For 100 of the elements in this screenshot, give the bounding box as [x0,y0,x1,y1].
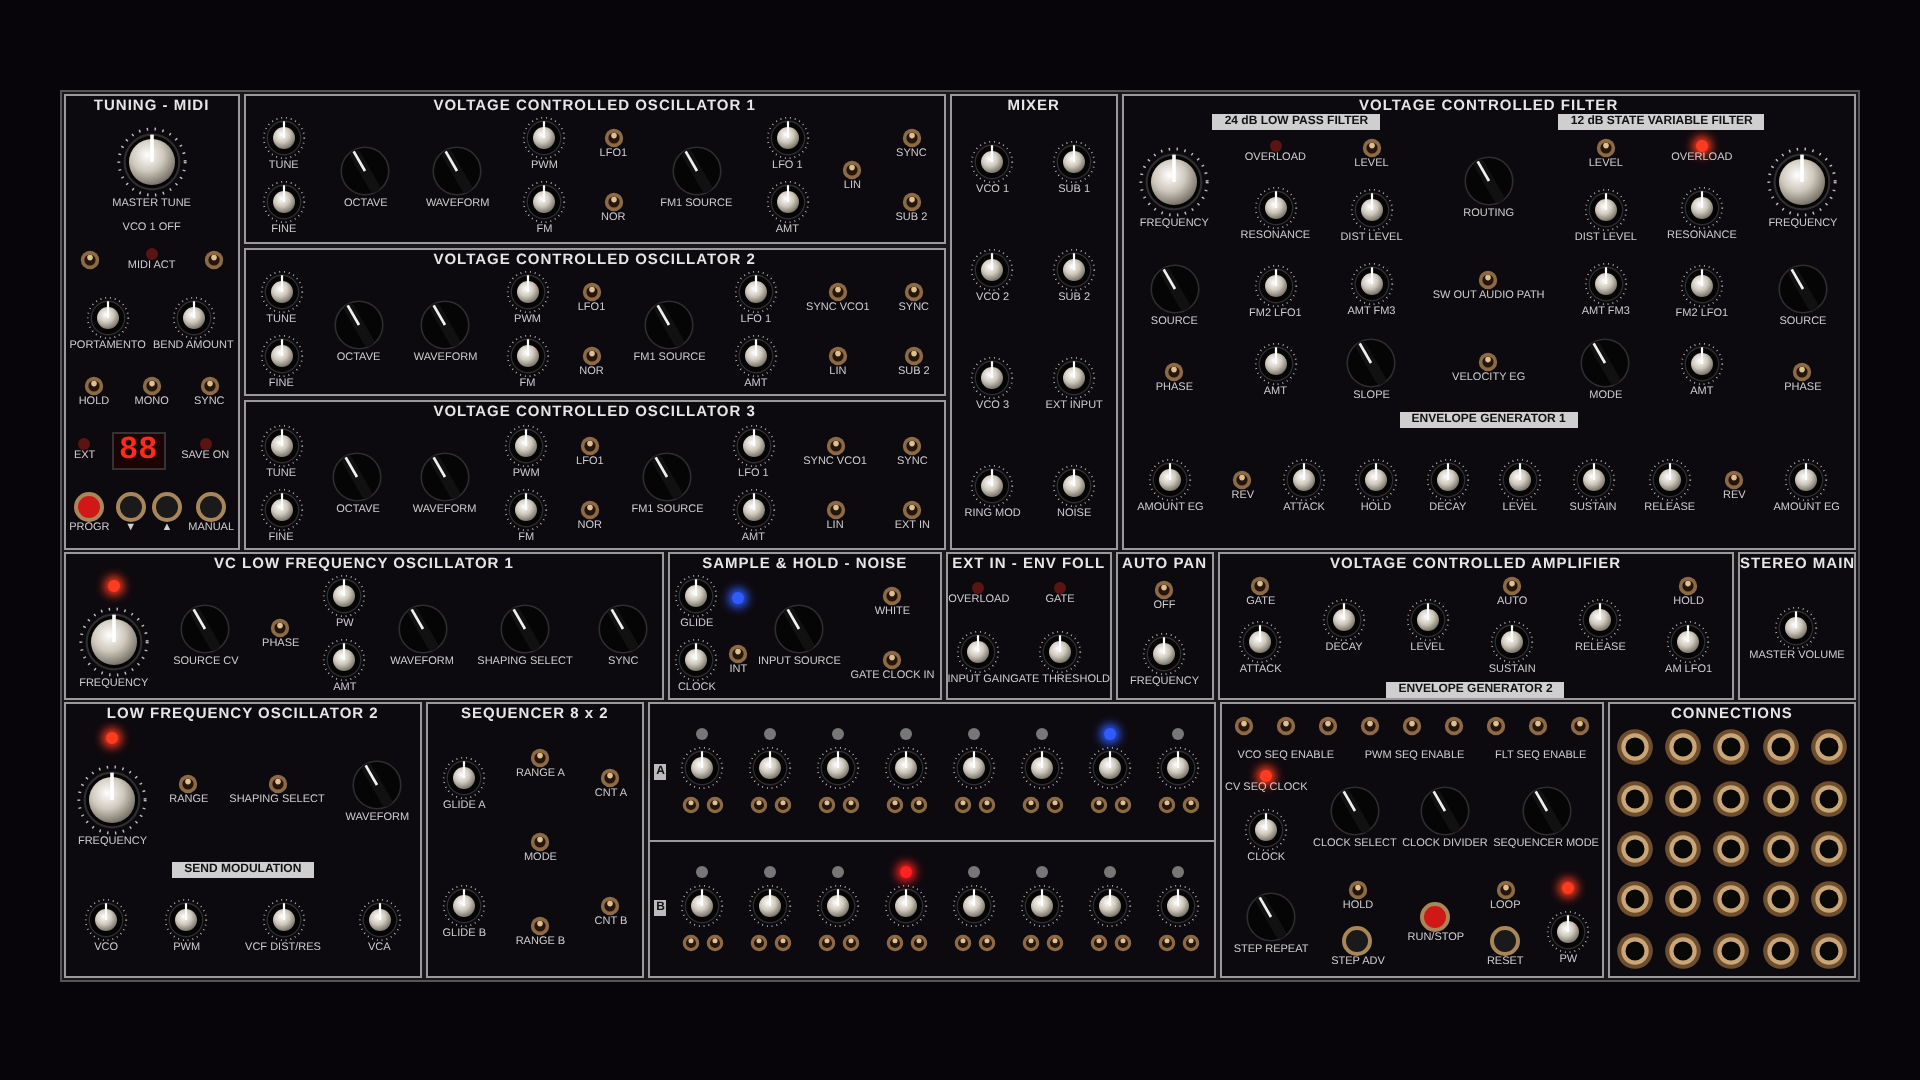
rotary-knob[interactable] [884,746,929,791]
selector-knob[interactable] [338,143,393,198]
toggle-switch[interactable] [199,376,220,397]
toggle-switch[interactable] [141,376,162,397]
toggle-switch[interactable] [1021,933,1040,952]
toggle-switch[interactable] [1164,361,1185,382]
toggle-switch[interactable] [1444,716,1465,737]
push-button[interactable] [115,492,146,523]
toggle-switch[interactable] [530,831,551,852]
rotary-knob[interactable] [884,883,929,928]
rotary-knob[interactable] [680,883,725,928]
toggle-switch[interactable] [749,933,768,952]
toggle-switch[interactable] [728,644,749,664]
rotary-knob[interactable] [1679,264,1724,309]
rotary-knob[interactable] [674,637,719,682]
rotary-knob[interactable] [164,897,209,942]
rotary-knob[interactable] [1679,186,1724,231]
toggle-switch[interactable] [1317,716,1338,737]
toggle-switch[interactable] [953,933,972,952]
rotary-knob[interactable] [1425,458,1470,503]
rotary-knob[interactable] [952,746,997,791]
rotary-knob[interactable] [442,883,487,928]
toggle-switch[interactable] [827,345,848,366]
rotary-knob[interactable] [970,247,1015,292]
rotary-knob[interactable] [1666,619,1711,664]
toggle-switch[interactable] [267,774,287,795]
rotary-knob[interactable] [322,574,367,619]
rotary-knob[interactable] [1020,746,1065,791]
rotary-knob[interactable] [1038,629,1083,674]
selector-knob[interactable] [1344,335,1399,390]
rotary-knob[interactable] [259,333,304,378]
rotary-knob[interactable] [1088,883,1133,928]
toggle-switch[interactable] [1045,796,1064,815]
toggle-switch[interactable] [773,933,792,952]
push-button[interactable] [151,492,182,523]
jack-socket[interactable] [1663,829,1702,868]
rotary-knob[interactable] [77,605,150,677]
rotary-knob[interactable] [259,423,304,468]
toggle-switch[interactable] [1401,716,1422,737]
rotary-knob[interactable] [765,116,810,161]
push-button[interactable] [196,492,227,523]
toggle-switch[interactable] [1486,716,1507,737]
jack-socket[interactable] [1712,829,1751,868]
selector-knob[interactable] [178,601,233,655]
jack-socket[interactable] [1761,779,1800,818]
rotary-knob[interactable] [442,756,487,801]
selector-knob[interactable] [1244,890,1299,945]
rotary-knob[interactable] [1774,606,1819,650]
toggle-switch[interactable] [178,774,199,795]
rotary-knob[interactable] [1282,458,1327,503]
selector-knob[interactable] [330,450,385,505]
toggle-switch[interactable] [603,128,624,149]
jack-socket[interactable] [1810,931,1849,970]
toggle-switch[interactable] [1157,933,1176,952]
selector-knob[interactable] [395,601,450,655]
toggle-switch[interactable] [1275,716,1296,737]
rotary-knob[interactable] [1546,909,1591,954]
rotary-knob[interactable] [1138,145,1211,218]
selector-knob[interactable] [1775,262,1830,317]
rotary-knob[interactable] [970,139,1015,184]
toggle-switch[interactable] [1595,137,1616,158]
toggle-switch[interactable] [1724,470,1745,491]
jack-socket[interactable] [1663,931,1702,970]
toggle-switch[interactable] [1021,796,1040,815]
jack-socket[interactable] [1663,880,1702,919]
rotary-knob[interactable] [1490,619,1535,664]
toggle-switch[interactable] [83,376,104,397]
rotary-knob[interactable] [1052,139,1097,184]
rotary-knob[interactable] [505,270,550,315]
rotary-knob[interactable] [357,897,402,942]
rotary-knob[interactable] [816,883,861,928]
rotary-knob[interactable] [85,295,130,340]
toggle-switch[interactable] [841,933,860,952]
jack-socket[interactable] [1712,931,1751,970]
toggle-switch[interactable] [902,435,923,456]
rotary-knob[interactable] [1571,458,1615,503]
jack-socket[interactable] [1810,880,1849,919]
rotary-knob[interactable] [733,270,778,315]
toggle-switch[interactable] [581,282,602,303]
rotary-knob[interactable] [680,746,725,791]
toggle-switch[interactable] [1478,270,1499,291]
rotary-knob[interactable] [674,574,719,619]
toggle-switch[interactable] [681,933,700,952]
toggle-switch[interactable] [579,499,600,520]
toggle-switch[interactable] [600,895,621,916]
toggle-switch[interactable] [901,128,922,149]
toggle-switch[interactable] [203,250,224,271]
rotary-knob[interactable] [731,487,776,532]
rotary-knob[interactable] [504,423,549,468]
toggle-switch[interactable] [953,796,972,815]
rotary-knob[interactable] [1679,342,1724,387]
toggle-switch[interactable] [1361,137,1382,158]
toggle-switch[interactable] [1045,933,1064,952]
jack-socket[interactable] [1615,880,1654,919]
selector-knob[interactable] [772,601,827,655]
rotary-knob[interactable] [748,746,793,791]
toggle-switch[interactable] [773,796,792,815]
selector-knob[interactable] [1461,154,1516,209]
toggle-switch[interactable] [882,649,903,670]
toggle-switch[interactable] [1181,933,1200,952]
